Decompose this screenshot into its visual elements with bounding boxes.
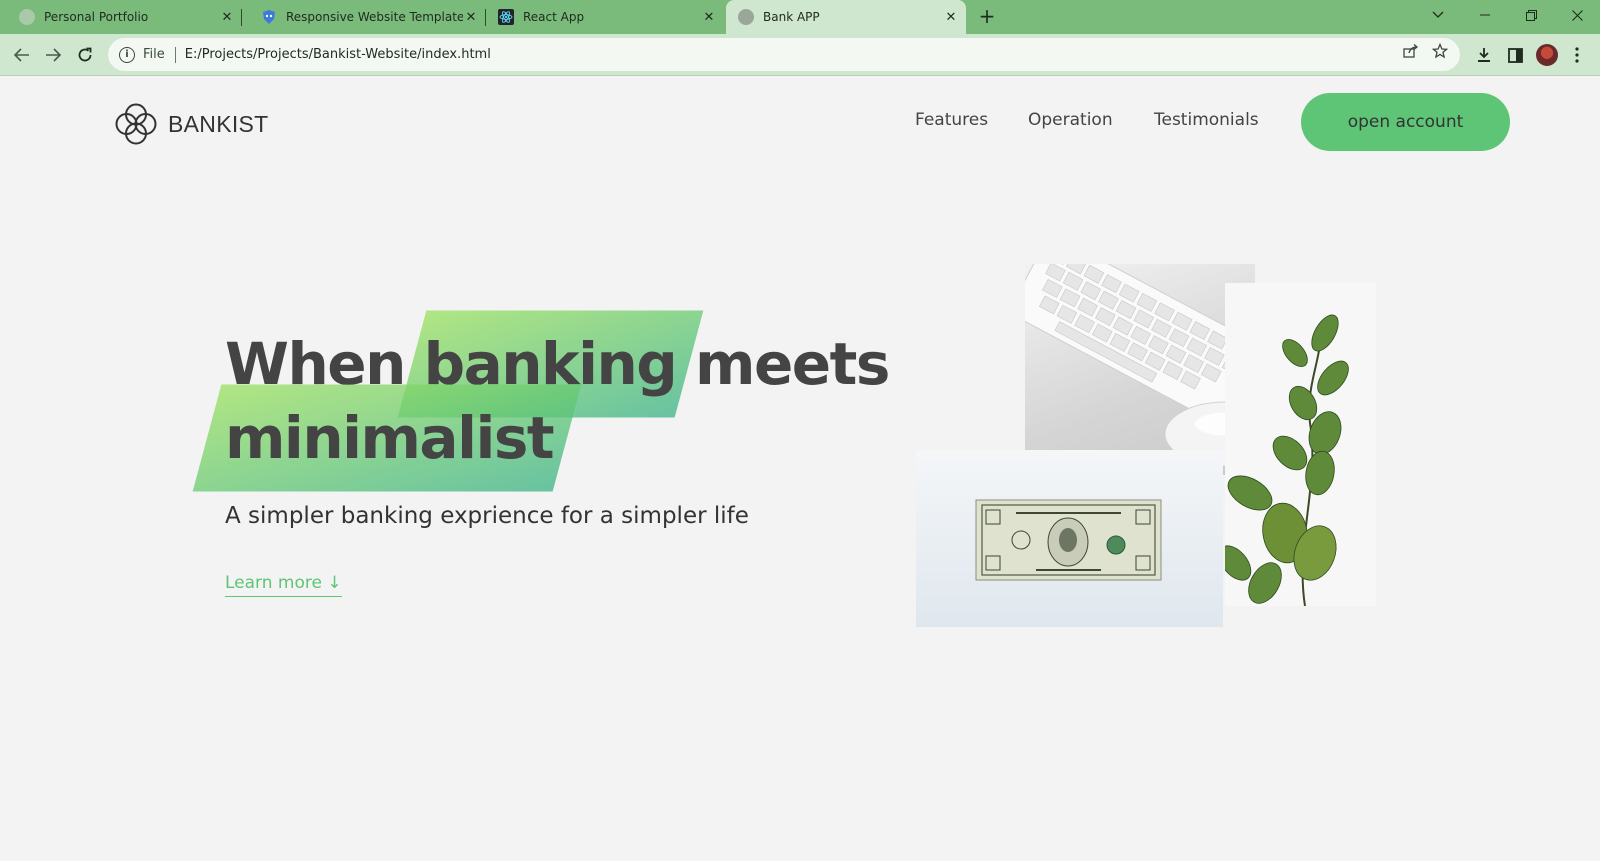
tab-bank-app[interactable]: Bank APP ✕ — [726, 0, 966, 34]
open-account-button[interactable]: open account — [1301, 93, 1510, 151]
reload-icon[interactable] — [71, 41, 99, 69]
minimize-icon[interactable] — [1462, 0, 1508, 30]
plant-image — [1225, 283, 1376, 606]
globe-icon — [738, 9, 754, 25]
bankist-logo-icon — [115, 103, 157, 145]
shield-bot-icon — [261, 9, 277, 25]
tab-title: React App — [523, 10, 585, 24]
brand[interactable]: BANKIST — [113, 101, 269, 147]
url-text[interactable]: E:/Projects/Projects/Bankist-Website/ind… — [185, 47, 491, 62]
forward-arrow-icon[interactable] — [39, 41, 67, 69]
back-arrow-icon[interactable] — [8, 41, 36, 69]
nav-link-operation[interactable]: Operation — [1028, 110, 1113, 130]
bankist-page: BANKIST Features Operation Testimonials … — [0, 77, 1600, 861]
tab-title: Personal Portfolio — [44, 10, 149, 24]
site-info-icon[interactable]: i — [119, 46, 135, 63]
omnibox-divider — [174, 46, 176, 63]
restore-icon[interactable] — [1508, 0, 1554, 30]
dollar-bill-image — [916, 450, 1223, 627]
close-icon[interactable]: ✕ — [463, 10, 479, 25]
hero-title: When banking meets minimalist — [225, 327, 890, 475]
tab-title: Responsive Website Template Ve — [286, 10, 463, 24]
profile-avatar[interactable] — [1536, 44, 1558, 66]
logo-text: BANKIST — [168, 110, 269, 137]
bookmark-star-icon[interactable] — [1431, 42, 1449, 60]
hero-subtitle: A simpler banking exprience for a simple… — [225, 503, 749, 529]
nav-link-features[interactable]: Features — [915, 110, 988, 130]
hero-title-word: meets — [695, 330, 890, 398]
side-panel-icon[interactable] — [1505, 45, 1525, 65]
close-icon[interactable]: ✕ — [943, 10, 959, 25]
tab-title: Bank APP — [763, 10, 820, 24]
close-icon[interactable]: ✕ — [219, 10, 235, 25]
tab-responsive-website-template[interactable]: Responsive Website Template Ve ✕ — [242, 0, 486, 34]
hero-highlight-minimalist: minimalist — [225, 401, 555, 475]
tab-react-app[interactable]: React App ✕ — [486, 0, 724, 34]
keyboard-mouse-image — [1025, 264, 1255, 475]
globe-icon — [19, 9, 35, 25]
browser-toolbar: i File E:/Projects/Projects/Bankist-Webs… — [0, 34, 1600, 76]
new-tab-button[interactable]: + — [975, 5, 999, 29]
more-menu-icon[interactable] — [1567, 45, 1587, 65]
share-icon[interactable] — [1402, 42, 1420, 60]
scheme-label: File — [143, 47, 165, 62]
browser-tab-bar: Personal Portfolio ✕ Responsive Website … — [0, 0, 1600, 34]
tab-personal-portfolio[interactable]: Personal Portfolio ✕ — [0, 0, 242, 34]
nav-link-testimonials[interactable]: Testimonials — [1154, 110, 1259, 130]
address-bar[interactable]: i File E:/Projects/Projects/Bankist-Webs… — [108, 38, 1460, 71]
close-icon[interactable]: ✕ — [701, 10, 717, 25]
learn-more-link[interactable]: Learn more ↓ — [225, 573, 342, 597]
download-icon[interactable] — [1474, 45, 1494, 65]
react-icon — [498, 9, 514, 25]
tab-search-chevron-icon[interactable] — [1415, 0, 1461, 30]
close-window-icon[interactable] — [1554, 0, 1600, 30]
